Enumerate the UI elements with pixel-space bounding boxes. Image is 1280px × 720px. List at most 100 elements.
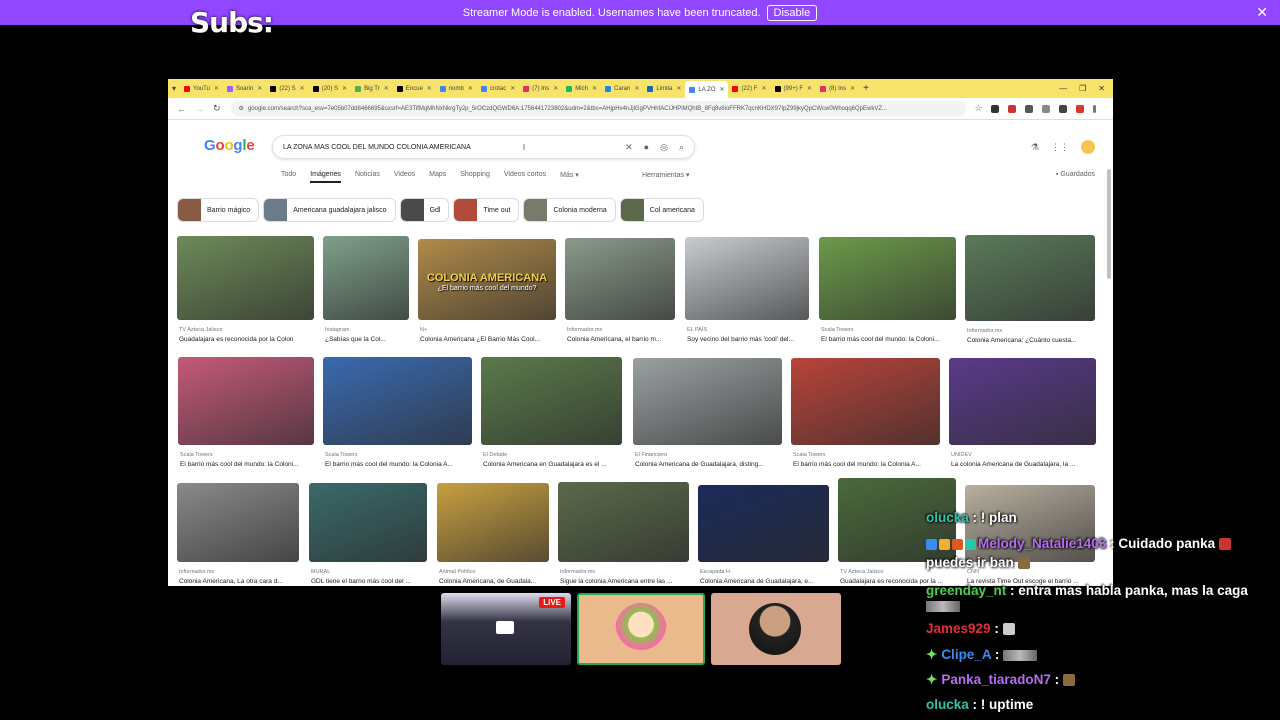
- related-chip[interactable]: Americana guadalajara jalisco: [263, 198, 396, 222]
- image-result[interactable]: El Financiero Colonia Americana de Guadal…: [633, 358, 782, 479]
- forward-icon[interactable]: →: [195, 104, 204, 114]
- stream-preview-thumbnail[interactable]: LIVE: [441, 593, 571, 665]
- related-chip[interactable]: Time out: [453, 198, 520, 222]
- tab-close-icon[interactable]: ✕: [592, 85, 597, 92]
- bookmark-star-icon[interactable]: ☆: [975, 103, 983, 114]
- result-image[interactable]: [698, 485, 829, 562]
- tab-close-icon[interactable]: ✕: [384, 85, 389, 92]
- result-caption[interactable]: Colonia Americana, de Guadala...: [439, 578, 551, 585]
- search-tab[interactable]: Shopping: [460, 171, 490, 183]
- browser-tab[interactable]: nomb ✕: [436, 81, 477, 96]
- chat-username[interactable]: olucka: [926, 510, 969, 525]
- result-caption[interactable]: Colonia Americana de Guadalajara, e...: [700, 578, 831, 585]
- result-caption[interactable]: Colonia Americana, el barrio m...: [567, 336, 677, 343]
- clear-icon[interactable]: ✕: [625, 142, 633, 153]
- related-chip[interactable]: Gdl: [399, 198, 450, 222]
- apps-grid-icon[interactable]: ⋮⋮: [1051, 142, 1069, 153]
- tab-search-icon[interactable]: ▾: [168, 81, 180, 96]
- image-result[interactable]: El Debate Colonia Americana en Guadalajar…: [481, 357, 622, 479]
- tab-close-icon[interactable]: ✕: [850, 85, 855, 92]
- microphone-icon[interactable]: ●: [644, 142, 649, 153]
- result-image[interactable]: [177, 236, 314, 320]
- google-logo[interactable]: Google: [204, 137, 255, 154]
- browser-tab[interactable]: (22) F ✕: [728, 81, 770, 96]
- result-source[interactable]: Scala Towers: [325, 452, 358, 458]
- tab-close-icon[interactable]: ✕: [257, 85, 262, 92]
- result-image[interactable]: COLONIA AMERICANA ¿El barrio más cool del…: [418, 239, 556, 320]
- browser-tab[interactable]: Caran ✕: [601, 81, 643, 96]
- result-image[interactable]: [685, 237, 809, 320]
- saved-link[interactable]: ▪ Guardados: [1056, 171, 1095, 178]
- result-source[interactable]: El Debate: [483, 452, 507, 458]
- new-tab-icon[interactable]: +: [863, 83, 869, 94]
- tab-close-icon[interactable]: ✕: [214, 85, 219, 92]
- search-tab[interactable]: Todo: [281, 171, 296, 183]
- image-result[interactable]: MURAL GDL tiene el barrio más cool del ..…: [309, 483, 427, 586]
- disable-button[interactable]: Disable: [766, 4, 818, 21]
- extension-icon[interactable]: [1075, 104, 1084, 113]
- result-caption[interactable]: ¿Sabías que la Col...: [325, 336, 411, 343]
- chat-username[interactable]: olucka: [926, 697, 969, 712]
- chat-username[interactable]: James929: [926, 621, 991, 636]
- tab-close-icon[interactable]: ✕: [634, 85, 639, 92]
- result-caption[interactable]: Colonia Americana de Guadalajara, distin…: [635, 461, 784, 468]
- avatar[interactable]: [1081, 140, 1095, 154]
- result-source[interactable]: El Financiero: [635, 452, 667, 458]
- browser-tab[interactable]: crotac ✕: [477, 81, 519, 96]
- tab-close-icon[interactable]: ✕: [342, 85, 347, 92]
- image-result[interactable]: Informador.mx Colonia Americana, La otra …: [177, 483, 299, 586]
- tools-button[interactable]: Herramientas ▾: [642, 171, 689, 179]
- tab-close-icon[interactable]: ✕: [468, 85, 473, 92]
- browser-tab[interactable]: Soarin ✕: [223, 81, 266, 96]
- browser-tab[interactable]: Encue ✕: [393, 81, 436, 96]
- result-caption[interactable]: El barrio más cool del mundo: la Colonia…: [325, 461, 474, 468]
- result-source[interactable]: MURAL: [311, 569, 330, 575]
- image-result[interactable]: Animal Político Colonia Americana, de Gua…: [437, 483, 549, 586]
- extension-icon[interactable]: [1024, 104, 1033, 113]
- result-image[interactable]: [323, 357, 472, 445]
- result-caption[interactable]: Colonia Americana ¿El Barrio Más Cool...: [420, 336, 558, 343]
- result-source[interactable]: Escapada H: [700, 569, 730, 575]
- result-source[interactable]: Informador.mx: [967, 328, 1002, 334]
- image-result[interactable]: EL PAÍS Soy vecino del barrio más 'cool' …: [685, 237, 809, 354]
- result-caption[interactable]: Soy vecino del barrio más 'cool' del...: [687, 336, 811, 343]
- result-caption[interactable]: Colonia Americana: ¿Cuánto cuesta...: [967, 337, 1097, 344]
- image-result[interactable]: Informador.mx Colonia Americana: ¿Cuánto …: [965, 235, 1095, 355]
- search-tab[interactable]: Videos: [394, 171, 415, 183]
- tab-close-icon[interactable]: ✕: [300, 85, 305, 92]
- tab-close-icon[interactable]: ✕: [427, 85, 432, 92]
- result-image[interactable]: [565, 238, 675, 320]
- image-result[interactable]: Escapada H Colonia Americana de Guadalaja…: [698, 485, 829, 586]
- result-image[interactable]: [481, 357, 622, 445]
- result-image[interactable]: [633, 358, 782, 445]
- result-caption[interactable]: Guadalajara es reconocida por la Colon: [179, 336, 316, 343]
- result-source[interactable]: Animal Político: [439, 569, 475, 575]
- search-tab[interactable]: Noticias: [355, 171, 380, 183]
- browser-tab[interactable]: (8) Ins ✕: [816, 81, 859, 96]
- search-tab[interactable]: Imágenes: [310, 171, 341, 183]
- extension-icon[interactable]: [1007, 104, 1016, 113]
- result-source[interactable]: TV Azteca Jalisco: [840, 569, 883, 575]
- chat-username[interactable]: greenday_nt: [926, 583, 1006, 598]
- result-caption[interactable]: Colonia Americana en Guadalajara es el .…: [483, 461, 624, 468]
- image-result[interactable]: UNIDEV La colonia Americana de Guadalajar…: [949, 358, 1096, 479]
- result-image[interactable]: [323, 236, 409, 320]
- chat-username[interactable]: Clipe_A: [941, 647, 991, 662]
- result-caption[interactable]: El barrio más cool del mundo: la Colonia…: [793, 461, 942, 468]
- close-window-icon[interactable]: ✕: [1098, 84, 1105, 93]
- result-source[interactable]: Informador.mx: [179, 569, 214, 575]
- result-source[interactable]: Instagram: [325, 327, 349, 333]
- result-caption[interactable]: El barrio más cool del mundo: la Coloni.…: [180, 461, 316, 468]
- result-source[interactable]: Informador.mx: [560, 569, 595, 575]
- related-chip[interactable]: Col americana: [619, 198, 704, 222]
- result-image[interactable]: [177, 483, 299, 562]
- result-image[interactable]: [819, 237, 956, 320]
- image-result[interactable]: Scala Towers El barrio más cool del mundo…: [791, 358, 940, 479]
- result-source[interactable]: UNIDEV: [951, 452, 972, 458]
- result-image[interactable]: [791, 358, 940, 445]
- browser-tab[interactable]: Mich ✕: [562, 81, 601, 96]
- back-icon[interactable]: ←: [177, 104, 186, 114]
- page-scrollbar[interactable]: [1107, 169, 1111, 279]
- result-source[interactable]: Scala Towers: [793, 452, 826, 458]
- image-result[interactable]: TV Azteca Jalisco Guadalajara es reconoci…: [177, 236, 314, 354]
